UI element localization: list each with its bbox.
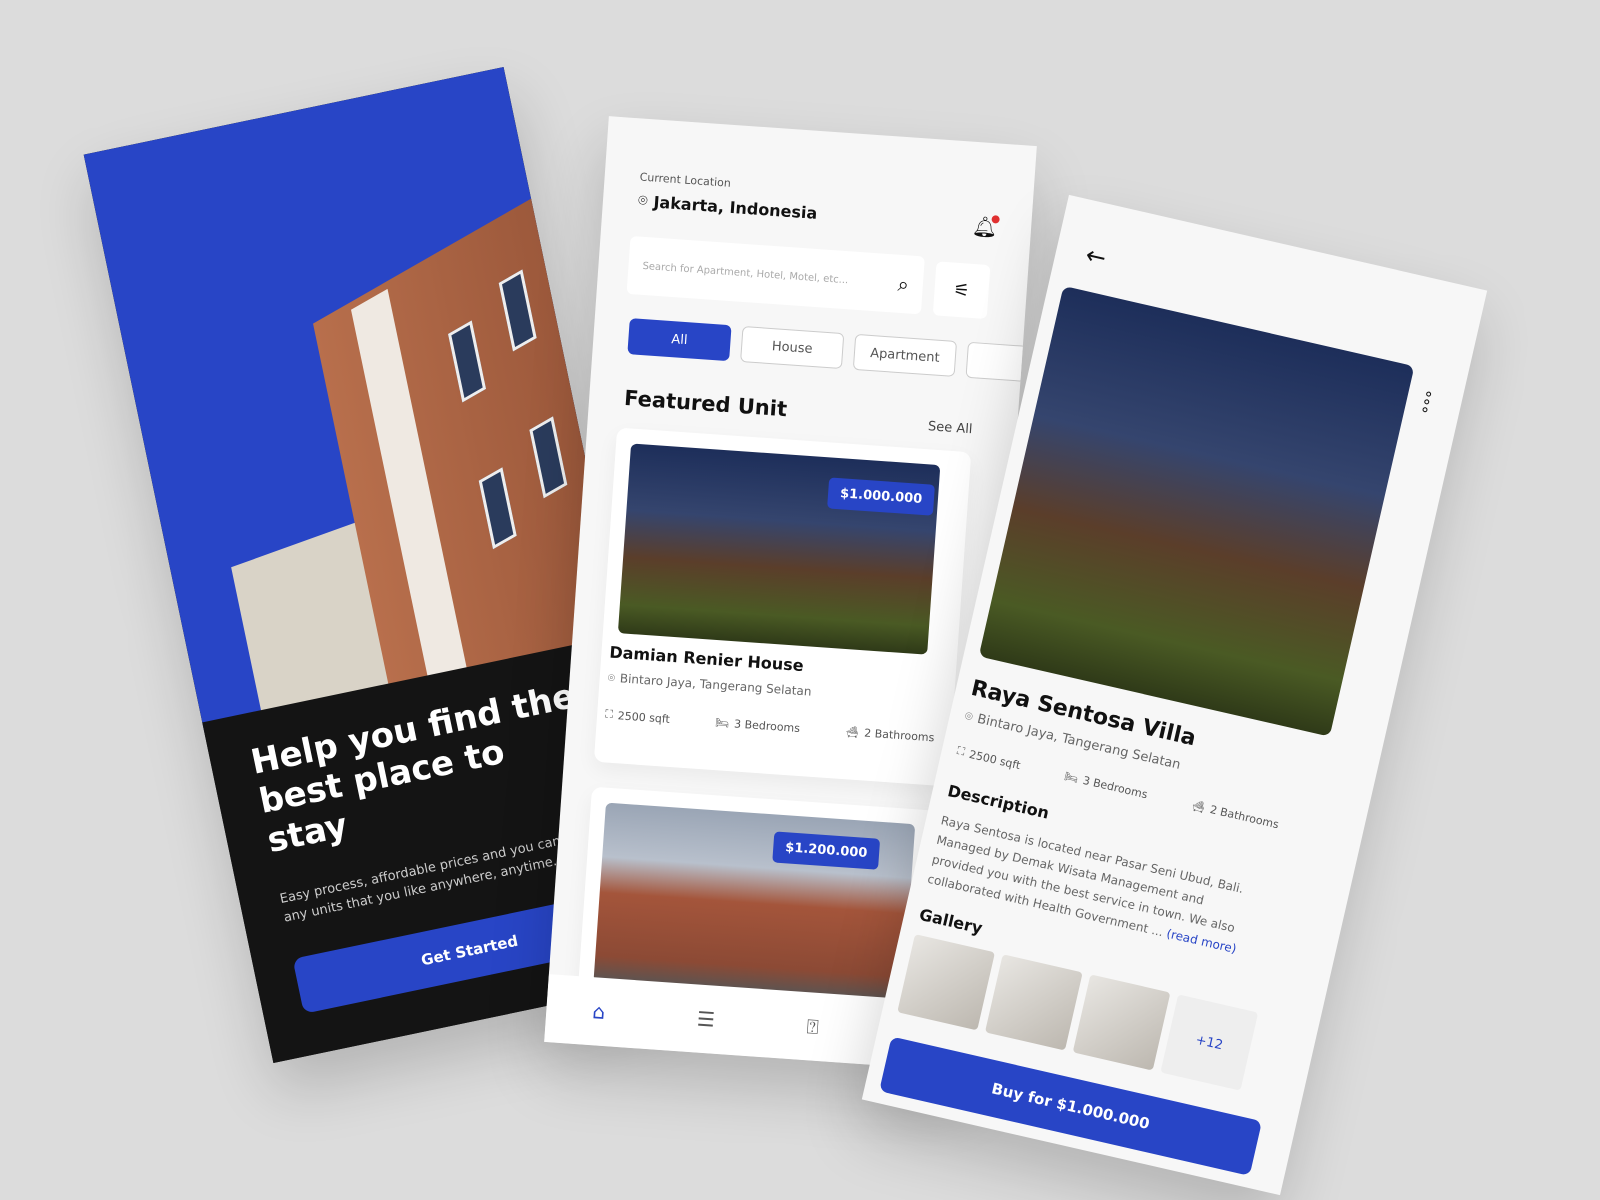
- location-pin-icon: ⌾: [963, 708, 975, 726]
- bed-icon: 🛏︎: [1063, 769, 1080, 785]
- search-icon: ⌕: [896, 271, 910, 297]
- back-arrow-icon[interactable]: ←: [1083, 241, 1109, 273]
- notification-bell-icon[interactable]: 🔔︎: [971, 214, 1001, 240]
- gallery-thumb[interactable]: [897, 934, 995, 1031]
- bath-icon: 🛁︎: [844, 724, 860, 739]
- location-selector[interactable]: ⌾ Jakarta, Indonesia: [637, 190, 818, 222]
- unit-area: 2500 sqft: [617, 708, 671, 726]
- see-all-link[interactable]: See All: [927, 419, 972, 437]
- chip-all[interactable]: All: [627, 318, 732, 362]
- unit-name: Damian Renier House: [608, 642, 805, 676]
- villa-bedrooms: 3 Bedrooms: [1081, 773, 1149, 801]
- nav-home-icon[interactable]: ⌂: [592, 999, 606, 1024]
- location-label: Current Location: [639, 170, 732, 190]
- villa-photo: [978, 285, 1415, 737]
- unit-photo: [617, 443, 941, 655]
- gallery-thumb[interactable]: [984, 954, 1083, 1051]
- location-pin-icon: ⌾: [607, 670, 616, 685]
- section-title: Featured Unit: [623, 385, 788, 422]
- sliders-icon: ⚟: [952, 279, 971, 302]
- bed-icon: 🛏︎: [714, 715, 730, 730]
- nav-help-icon[interactable]: ⍰: [806, 1014, 820, 1039]
- chip-house[interactable]: House: [740, 326, 845, 370]
- nav-list-icon[interactable]: ☰: [696, 1007, 716, 1032]
- unit-bedrooms: 3 Bedrooms: [733, 716, 801, 735]
- notification-dot: [991, 215, 1001, 224]
- unit-card[interactable]: $1.000.000 Damian Renier House ⌾ Bintaro …: [593, 427, 972, 787]
- gallery-thumb[interactable]: [1072, 974, 1171, 1071]
- more-options-icon[interactable]: ∘ ∘ ∘: [1418, 383, 1436, 419]
- bath-icon: 🛁︎: [1190, 798, 1207, 815]
- filter-button[interactable]: ⚟: [932, 261, 991, 320]
- chip-more[interactable]: [965, 341, 1028, 382]
- search-input[interactable]: Search for Apartment, Hotel, Motel, etc.…: [626, 235, 925, 315]
- gallery-title: Gallery: [917, 904, 985, 938]
- area-icon: ⛶: [604, 707, 614, 721]
- unit-bathrooms: 2 Bathrooms: [863, 725, 935, 744]
- area-icon: ⛶: [955, 744, 967, 759]
- unit-address: Bintaro Jaya, Tangerang Selatan: [619, 671, 812, 699]
- unit-photo: [593, 802, 916, 1004]
- villa-area: 2500 sqft: [967, 747, 1022, 772]
- location-pin-icon: ⌾: [637, 190, 649, 211]
- villa-bathrooms: 2 Bathrooms: [1208, 802, 1281, 831]
- gallery-more[interactable]: +12: [1160, 994, 1259, 1091]
- search-placeholder: Search for Apartment, Hotel, Motel, etc.…: [642, 260, 849, 286]
- chip-apartment[interactable]: Apartment: [852, 333, 958, 377]
- current-location: Jakarta, Indonesia: [652, 192, 818, 223]
